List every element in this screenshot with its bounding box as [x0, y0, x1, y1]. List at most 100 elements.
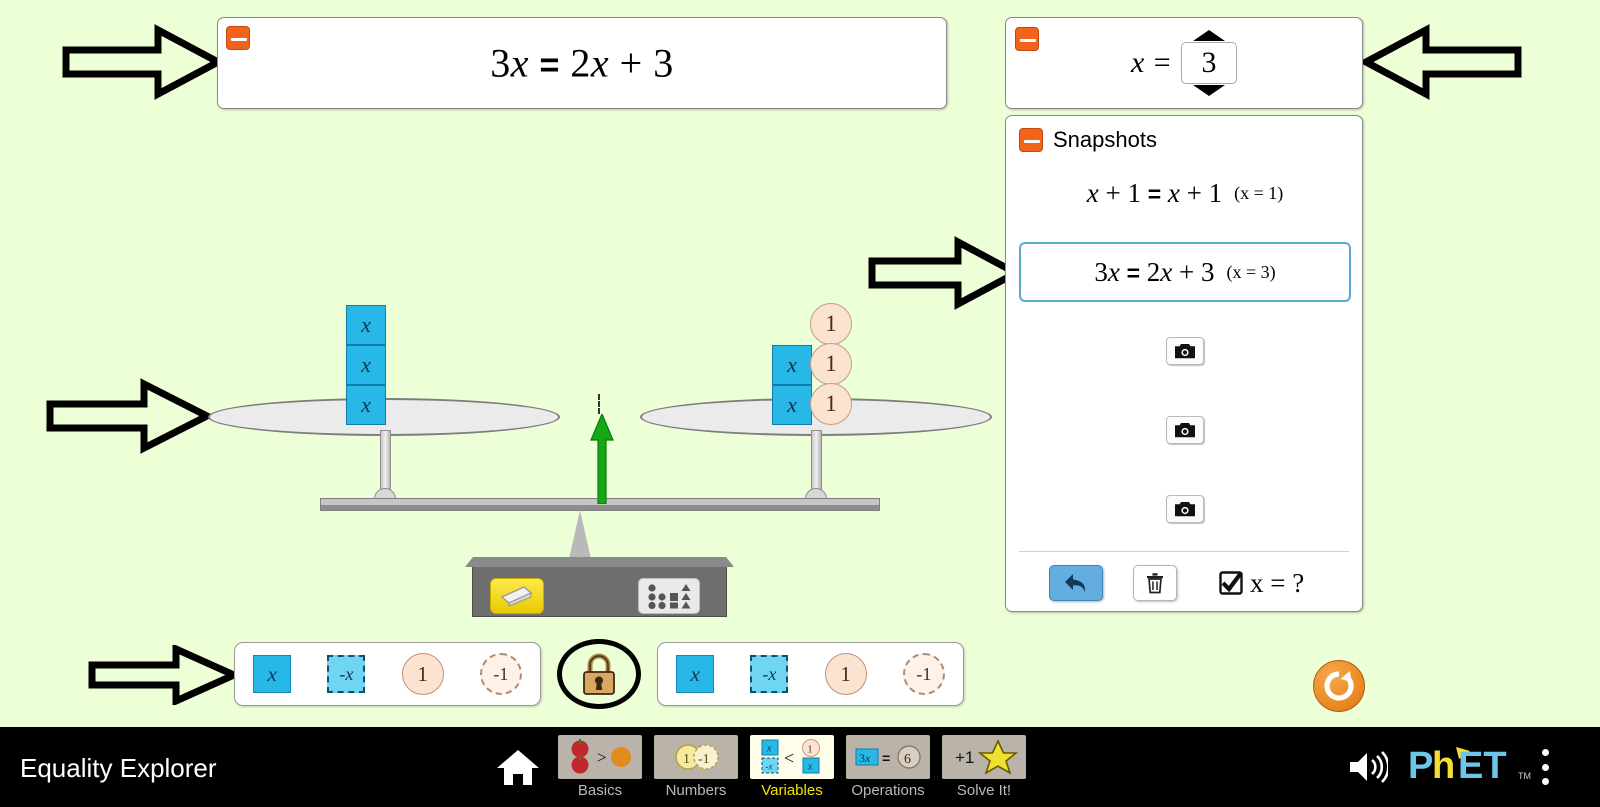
equation-plus-sign: +: [619, 40, 643, 86]
x-value-field[interactable]: 3: [1181, 42, 1238, 84]
snap2-right-const: 3: [1201, 256, 1215, 287]
snapshot-row-empty[interactable]: [1019, 479, 1351, 539]
left-plate-x-tile[interactable]: x: [346, 345, 386, 385]
green-up-arrow-icon: [590, 414, 614, 504]
equation-right-coefficient: 2: [570, 40, 591, 86]
camera-icon[interactable]: [1166, 337, 1204, 365]
snap1-left-var: x: [1086, 177, 1099, 208]
restore-snapshot-button[interactable]: [1049, 565, 1103, 601]
tab-variables-icon: x -x < 1 x: [750, 735, 834, 779]
snap2-left-coef: 3: [1094, 256, 1108, 287]
right-plate-one-tile[interactable]: 1: [810, 383, 852, 425]
sim-screen: 3x = 2x + 3 x = 3 Snapshots x + 1 = x + …: [0, 0, 1600, 807]
tab-basics[interactable]: > Basics: [556, 735, 644, 807]
xvalue-label: x =: [1130, 46, 1173, 79]
eraser-button[interactable]: [490, 578, 544, 614]
snapshots-divider: [1019, 551, 1349, 552]
one-tile-creator[interactable]: 1: [401, 653, 444, 695]
kebab-dot: [1541, 763, 1549, 771]
x-tile-creator[interactable]: x: [676, 655, 715, 693]
undo-arrow-icon: [1065, 574, 1086, 592]
snapshots-footer: x = ?: [1019, 561, 1349, 605]
annotation-arrow-xvalue: [1362, 24, 1522, 100]
snap1-right-plus: +: [1186, 177, 1202, 208]
snapshots-title: Snapshots: [1053, 127, 1157, 152]
equation-accordion-box: 3x = 2x + 3: [217, 17, 947, 109]
balance-scale: x x x x x 1 1 1: [200, 280, 1000, 630]
snapshot-equation: 3x = 2x + 3: [1094, 257, 1214, 288]
svg-text:TM: TM: [1518, 771, 1531, 781]
eraser-icon: [500, 586, 533, 607]
svg-text:3x: 3x: [859, 751, 871, 765]
equation-right-variable: x: [590, 40, 610, 86]
navigation-bar: Equality Explorer > Basics 1 -1 Numbers …: [0, 727, 1600, 807]
equation-relation: =: [539, 46, 560, 85]
negative-x-tile-creator[interactable]: -x: [327, 655, 366, 693]
variable-values-accordion-box: x = 3: [1005, 17, 1363, 109]
svg-text:1: 1: [683, 752, 690, 767]
svg-text:h: h: [1432, 745, 1455, 787]
x-unknown-label: x = ?: [1250, 567, 1305, 598]
snap2-left-var: x: [1107, 256, 1120, 287]
x-unknown-checkbox[interactable]: x = ?: [1219, 568, 1304, 599]
x-value-spinner[interactable]: 3: [1181, 30, 1238, 96]
home-icon[interactable]: [496, 745, 540, 789]
tab-solve-it[interactable]: +1 Solve It!: [940, 735, 1028, 807]
left-plate-x-tile[interactable]: x: [346, 305, 386, 345]
lock-toggle-button[interactable]: [557, 639, 641, 709]
svg-text:P: P: [1408, 745, 1433, 787]
annotation-arrow-equation: [62, 24, 222, 100]
svg-text:>: >: [597, 748, 607, 767]
delete-snapshot-button[interactable]: [1133, 565, 1177, 601]
one-tile-creator[interactable]: 1: [824, 653, 867, 695]
reset-all-button[interactable]: [1313, 660, 1365, 712]
negative-x-tile-creator[interactable]: -x: [750, 655, 789, 693]
snapshot-row-selected[interactable]: 3x = 2x + 3 (x = 3): [1019, 242, 1351, 302]
annotation-arrow-left-toolbox: [88, 645, 238, 705]
negative-one-tile-creator[interactable]: -1: [479, 653, 522, 695]
checked-checkbox-icon: [1219, 571, 1243, 595]
spinner-up-arrow-icon[interactable]: [1193, 30, 1226, 41]
organize-button[interactable]: [638, 578, 700, 614]
closed-padlock-icon: [583, 653, 615, 695]
camera-icon[interactable]: [1166, 416, 1204, 444]
left-term-toolbox: x -x 1 -1: [234, 642, 541, 706]
right-plate-x-tile[interactable]: x: [772, 345, 812, 385]
snap2-right-var: x: [1160, 256, 1173, 287]
tab-numbers[interactable]: 1 -1 Numbers: [652, 735, 740, 807]
xvalue-row: x = 3: [1006, 30, 1362, 96]
tab-solve-it-label: Solve It!: [956, 782, 1012, 799]
snap1-right-const: 1: [1208, 177, 1223, 208]
snapshot-x-value: (x = 1): [1234, 182, 1284, 203]
right-plate-one-tile[interactable]: 1: [810, 303, 852, 345]
equation-right-constant: 3: [653, 40, 674, 86]
snapshot-list: x + 1 = x + 1 (x = 1) 3x = 2x + 3 (x = 3…: [1019, 163, 1351, 558]
svg-text:ET: ET: [1458, 745, 1507, 787]
trash-icon: [1147, 573, 1163, 594]
sound-on-icon[interactable]: [1348, 749, 1388, 785]
snap1-left-const: 1: [1127, 177, 1141, 208]
tab-numbers-label: Numbers: [665, 782, 727, 799]
tab-solve-it-icon: +1: [942, 735, 1026, 779]
phet-logo[interactable]: P h ET TM: [1408, 745, 1536, 787]
snapshot-row-empty[interactable]: [1019, 400, 1351, 460]
camera-icon[interactable]: [1166, 495, 1204, 523]
tab-operations[interactable]: 3x = 6 Operations: [844, 735, 932, 807]
spinner-down-arrow-icon[interactable]: [1193, 85, 1226, 96]
snapshots-collapse-button[interactable]: [1019, 128, 1043, 152]
right-plate-one-tile[interactable]: 1: [810, 343, 852, 385]
negative-one-tile-creator[interactable]: -1: [902, 653, 945, 695]
snapshots-accordion-box: Snapshots x + 1 = x + 1 (x = 1) 3x = 2x …: [1005, 115, 1363, 612]
right-plate-x-tile[interactable]: x: [772, 385, 812, 425]
sim-title: Equality Explorer: [20, 753, 217, 783]
svg-text:<: <: [784, 748, 794, 768]
equation-display: 3x = 2x + 3: [218, 40, 946, 87]
snapshot-row-empty[interactable]: [1019, 321, 1351, 381]
snapshot-row[interactable]: x + 1 = x + 1 (x = 1): [1019, 163, 1351, 223]
svg-text:-1: -1: [698, 752, 710, 767]
kebab-menu-icon[interactable]: [1540, 749, 1550, 785]
x-tile-creator[interactable]: x: [253, 655, 292, 693]
left-plate-x-tile[interactable]: x: [346, 385, 386, 425]
tab-basics-icon: >: [558, 735, 642, 779]
tab-variables[interactable]: x -x < 1 x Variables: [748, 735, 836, 807]
